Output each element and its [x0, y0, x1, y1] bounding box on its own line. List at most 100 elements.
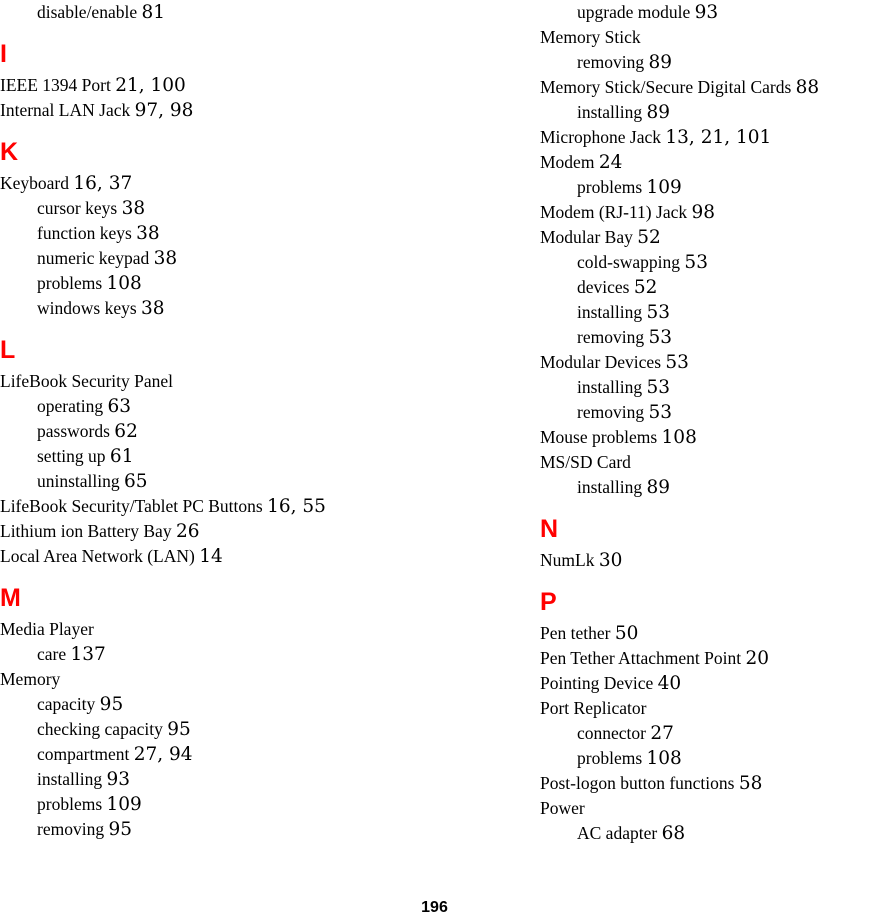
index-subentry: installing 89 [540, 475, 869, 500]
index-entry-pages: 38 [153, 248, 178, 269]
index-entry-label: Modem (RJ-11) Jack [540, 202, 688, 222]
index-entry: Pen tether 50 [540, 621, 869, 646]
index-entry-label: installing [37, 769, 103, 789]
index-entry-pages: 52 [637, 227, 661, 248]
index-entry-pages: 95 [167, 719, 191, 740]
index-entry-label: problems [577, 748, 643, 768]
index-entry-label: removing [577, 402, 645, 422]
index-entry: Modem 24 [540, 150, 869, 175]
index-columns: disable/enable 81 I IEEE 1394 Port 21, 100… [0, 0, 869, 880]
index-entry-label: numeric keypad [37, 248, 150, 268]
index-subentry: capacity 95 [0, 692, 435, 717]
index-entry: Power [540, 796, 869, 821]
index-entry-pages: 30 [598, 550, 623, 571]
index-entry: LifeBook Security Panel [0, 369, 435, 394]
index-entry-label: Pen Tether Attachment Point [540, 648, 742, 668]
index-entry-label: Memory Stick [540, 27, 641, 47]
index-entry-pages: 26 [175, 521, 200, 542]
index-subentry: compartment 27, 94 [0, 742, 435, 767]
index-entry-pages: 27, 94 [133, 744, 193, 765]
index-entry-pages: 20 [745, 648, 770, 669]
index-entry-pages: 53 [646, 302, 671, 323]
index-entry-pages: 53 [648, 402, 672, 423]
index-subentry: removing 53 [540, 400, 869, 425]
index-entry-label: Modular Bay [540, 227, 633, 247]
index-entry: LifeBook Security/Tablet PC Buttons 16, … [0, 494, 435, 519]
index-entry-pages: 13, 21, 101 [665, 127, 772, 148]
index-entry: Local Area Network (LAN) 14 [0, 544, 435, 569]
index-entry-pages: 24 [598, 152, 623, 173]
index-entry-label: cold-swapping [577, 252, 681, 272]
index-subentry: uninstalling 65 [0, 469, 435, 494]
index-entry: Post-logon button functions 58 [540, 771, 869, 796]
index-entry-pages: 52 [633, 277, 658, 298]
index-entry: Microphone Jack 13, 21, 101 [540, 125, 869, 150]
index-entry: MS/SD Card [540, 450, 869, 475]
index-entry-label: passwords [37, 421, 110, 441]
index-entry-pages: 53 [646, 377, 671, 398]
index-letter-heading: P [540, 588, 557, 616]
index-subentry: problems 109 [0, 792, 435, 817]
index-entry: Memory Stick [540, 25, 869, 50]
index-subentry: removing 95 [0, 817, 435, 842]
index-entry-pages: 62 [114, 421, 138, 442]
index-entry-label: setting up [37, 446, 106, 466]
index-entry-pages: 68 [661, 823, 686, 844]
index-entry-pages: 89 [648, 52, 672, 73]
index-entry-pages: 109 [646, 177, 682, 198]
index-entry-pages: 65 [124, 471, 148, 492]
index-entry-pages: 58 [738, 773, 763, 794]
index-subentry: setting up 61 [0, 444, 435, 469]
index-subentry: function keys 38 [0, 221, 435, 246]
index-entry-pages: 89 [646, 477, 671, 498]
index-entry-label: windows keys [37, 298, 137, 318]
index-entry-label: function keys [37, 223, 132, 243]
index-entry-pages: 50 [614, 623, 639, 644]
index-entry-label: care [37, 644, 67, 664]
index-subentry: problems 108 [540, 746, 869, 771]
index-entry-pages: 93 [106, 769, 131, 790]
index-entry-label: connector [577, 723, 646, 743]
index-entry-label: Pen tether [540, 623, 611, 643]
index-entry-pages: 97, 98 [134, 100, 194, 121]
index-column-left: disable/enable 81 I IEEE 1394 Port 21, 100… [0, 0, 435, 842]
index-entry: Pen Tether Attachment Point 20 [540, 646, 869, 671]
index-entry-label: Mouse problems [540, 427, 658, 447]
index-entry: Modular Devices 53 [540, 350, 869, 375]
index-entry-label: Lithium ion Battery Bay [0, 521, 172, 541]
index-entry-label: cursor keys [37, 198, 118, 218]
index-entry-label: IEEE 1394 Port [0, 75, 111, 95]
index-column-right: upgrade module 93 Memory Stick removing 89… [435, 0, 869, 846]
index-entry-pages: 27 [650, 723, 674, 744]
index-subentry: removing 89 [540, 50, 869, 75]
index-entry-label: operating [37, 396, 104, 416]
index-subentry: cold-swapping 53 [540, 250, 869, 275]
index-entry-label: disable/enable [37, 2, 138, 22]
index-subentry: devices 52 [540, 275, 869, 300]
index-subentry: AC adapter 68 [540, 821, 869, 846]
index-entry-label: NumLk [540, 550, 595, 570]
index-entry-label: Modem [540, 152, 595, 172]
index-letter-heading: M [0, 584, 21, 612]
index-entry: Media Player [0, 617, 435, 642]
index-entry-label: Port Replicator [540, 698, 647, 718]
index-entry-pages: 21, 100 [115, 75, 186, 96]
index-entry-label: Keyboard [0, 173, 70, 193]
index-entry-label: Local Area Network (LAN) [0, 546, 195, 566]
index-entry: Internal LAN Jack 97, 98 [0, 98, 435, 123]
index-entry-pages: 98 [691, 202, 716, 223]
index-entry-label: Post-logon button functions [540, 773, 735, 793]
index-entry-pages: 38 [136, 223, 160, 244]
index-entry-label: LifeBook Security Panel [0, 371, 174, 391]
index-entry-label: installing [577, 477, 643, 497]
index-entry: IEEE 1394 Port 21, 100 [0, 73, 435, 98]
index-entry: Modular Bay 52 [540, 225, 869, 250]
page-number: 196 [421, 899, 448, 916]
index-entry-pages: 93 [694, 2, 719, 23]
index-entry-pages: 63 [107, 396, 132, 417]
index-letter-heading: L [0, 336, 16, 364]
index-entry-label: problems [577, 177, 643, 197]
index-subentry: operating 63 [0, 394, 435, 419]
